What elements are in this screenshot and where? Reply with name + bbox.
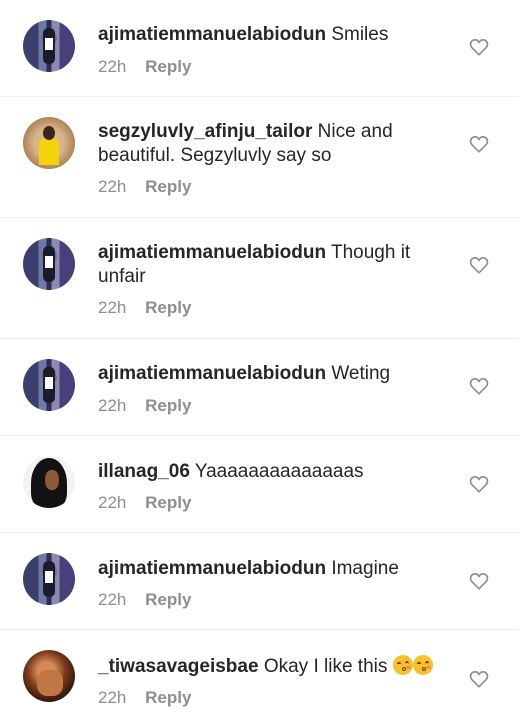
user-avatar[interactable] bbox=[23, 20, 75, 72]
reply-button[interactable]: Reply bbox=[145, 396, 191, 415]
user-avatar[interactable] bbox=[23, 650, 75, 702]
kissing-face-emoji bbox=[412, 655, 433, 675]
comment-item: ajimatiemmanuelabiodun Though it unfair … bbox=[0, 218, 519, 339]
user-avatar[interactable] bbox=[23, 553, 75, 605]
kissing-face-emoji bbox=[392, 655, 413, 675]
reply-button[interactable]: Reply bbox=[145, 590, 191, 609]
comment-text-block: ajimatiemmanuelabiodun Though it unfair bbox=[98, 241, 448, 289]
comment-text-block: illanag_06 Yaaaaaaaaaaaaaas bbox=[98, 460, 448, 484]
comment-username[interactable]: illanag_06 bbox=[98, 461, 190, 482]
reply-button[interactable]: Reply bbox=[145, 57, 191, 76]
comment-text-block: segzyluvly_afinju_tailor Nice and beauti… bbox=[98, 120, 448, 168]
comment-body: Smiles bbox=[331, 24, 389, 45]
comment-username[interactable]: ajimatiemmanuelabiodun bbox=[98, 363, 326, 384]
comment-text-block: _tiwasavageisbae Okay I like this bbox=[98, 655, 448, 679]
heart-outline-icon[interactable] bbox=[469, 377, 489, 395]
reply-button[interactable]: Reply bbox=[145, 493, 191, 512]
comment-text-block: ajimatiemmanuelabiodun Imagine bbox=[98, 557, 448, 581]
comment-item: ajimatiemmanuelabiodun Imagine 22h Reply bbox=[0, 533, 519, 630]
comment-time: 22h bbox=[98, 298, 127, 317]
comment-time: 22h bbox=[98, 57, 127, 76]
comment-item: ajimatiemmanuelabiodun Weting 22h Reply bbox=[0, 339, 519, 436]
comment-body: Weting bbox=[331, 363, 391, 384]
comment-time: 22h bbox=[98, 688, 127, 707]
comment-meta: 22h Reply bbox=[98, 590, 191, 610]
comment-item: segzyluvly_afinju_tailor Nice and beauti… bbox=[0, 97, 519, 218]
reply-button[interactable]: Reply bbox=[145, 177, 191, 196]
heart-outline-icon[interactable] bbox=[469, 38, 489, 56]
comment-time: 22h bbox=[98, 396, 127, 415]
heart-outline-icon[interactable] bbox=[469, 475, 489, 493]
user-avatar[interactable] bbox=[23, 238, 75, 290]
heart-outline-icon[interactable] bbox=[469, 256, 489, 274]
user-avatar[interactable] bbox=[23, 359, 75, 411]
comment-username[interactable]: ajimatiemmanuelabiodun bbox=[98, 24, 326, 45]
heart-outline-icon[interactable] bbox=[469, 572, 489, 590]
comment-username[interactable]: ajimatiemmanuelabiodun bbox=[98, 558, 326, 579]
comment-meta: 22h Reply bbox=[98, 177, 191, 197]
comment-time: 22h bbox=[98, 493, 127, 512]
comment-time: 22h bbox=[98, 590, 127, 609]
comment-username[interactable]: _tiwasavageisbae bbox=[98, 656, 259, 677]
comment-meta: 22h Reply bbox=[98, 57, 191, 77]
comment-meta: 22h Reply bbox=[98, 298, 191, 318]
reply-button[interactable]: Reply bbox=[145, 298, 191, 317]
comment-time: 22h bbox=[98, 177, 127, 196]
comment-meta: 22h Reply bbox=[98, 396, 191, 416]
comment-text-block: ajimatiemmanuelabiodun Weting bbox=[98, 362, 448, 386]
comment-username[interactable]: ajimatiemmanuelabiodun bbox=[98, 242, 326, 263]
reply-button[interactable]: Reply bbox=[145, 688, 191, 707]
comment-body: Imagine bbox=[331, 558, 399, 579]
comments-list: ajimatiemmanuelabiodun Smiles 22h Reply … bbox=[0, 0, 519, 720]
comment-text-block: ajimatiemmanuelabiodun Smiles bbox=[98, 23, 448, 47]
comment-body: Yaaaaaaaaaaaaaas bbox=[194, 461, 364, 482]
comment-body: Okay I like this bbox=[263, 656, 388, 677]
user-avatar[interactable] bbox=[23, 456, 75, 508]
comment-meta: 22h Reply bbox=[98, 688, 191, 708]
comment-username[interactable]: segzyluvly_afinju_tailor bbox=[98, 121, 312, 142]
heart-outline-icon[interactable] bbox=[469, 135, 489, 153]
heart-outline-icon[interactable] bbox=[469, 670, 489, 688]
comment-meta: 22h Reply bbox=[98, 493, 191, 513]
comment-item: _tiwasavageisbae Okay I like this 22h Re… bbox=[0, 630, 519, 720]
comment-item: illanag_06 Yaaaaaaaaaaaaaas 22h Reply bbox=[0, 436, 519, 533]
user-avatar[interactable] bbox=[23, 117, 75, 169]
comment-item: ajimatiemmanuelabiodun Smiles 22h Reply bbox=[0, 0, 519, 97]
